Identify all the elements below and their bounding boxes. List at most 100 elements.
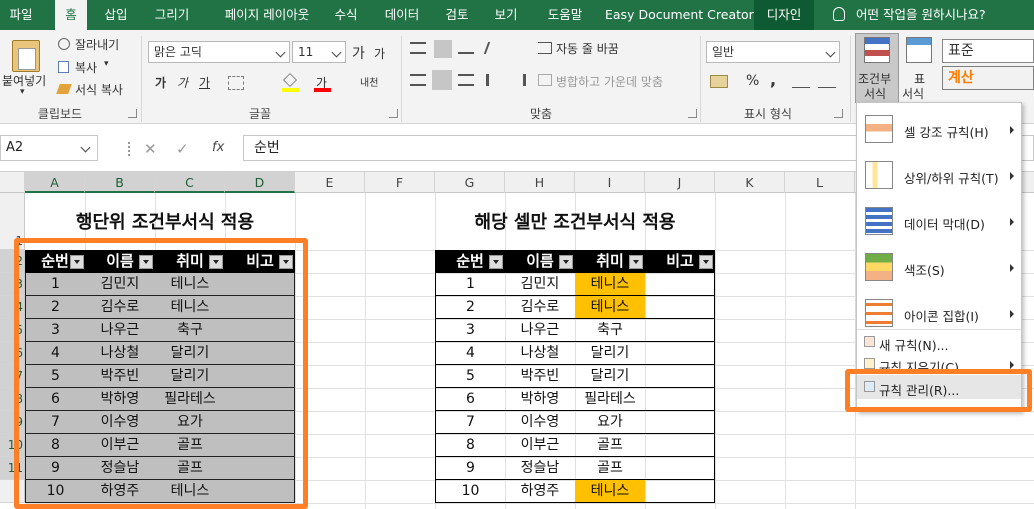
underline-button[interactable]: 가	[199, 74, 210, 91]
tab-design[interactable]: 디자인	[754, 0, 814, 30]
tab-draw[interactable]: 그리기	[148, 0, 196, 30]
table-cell[interactable]: 김민지	[505, 273, 575, 296]
table-cell[interactable]: 테니스	[575, 480, 645, 503]
align-left-icon[interactable]	[410, 74, 426, 86]
insert-function-button[interactable]: fx	[212, 140, 224, 155]
table-cell[interactable]: 7	[435, 411, 505, 434]
cell-style-normal[interactable]: 표준	[942, 39, 1034, 63]
column-header[interactable]: J	[645, 172, 715, 193]
wrap-text-button[interactable]: 자동 줄 바꿈	[556, 40, 619, 57]
accounting-format-icon[interactable]	[710, 75, 728, 88]
menu-item-top-bottom[interactable]: 상위/하위 규칙(T)	[857, 153, 1021, 199]
font-size-select[interactable]: 11	[292, 41, 346, 63]
align-middle-icon[interactable]	[434, 40, 452, 58]
phonetic-button[interactable]: 내천	[360, 74, 378, 89]
tab-data[interactable]: 데이터	[378, 0, 426, 30]
format-painter-button[interactable]: 서식 복사	[75, 81, 123, 98]
table-cell[interactable]	[645, 434, 715, 457]
table-cell[interactable]: 4	[435, 342, 505, 365]
table-cell[interactable]: 5	[435, 365, 505, 388]
paste-dropdown-icon[interactable]: ▾	[20, 87, 25, 97]
shrink-font-button[interactable]: 가	[374, 45, 385, 62]
font-launcher-icon[interactable]	[389, 109, 398, 118]
table-cell[interactable]: 1	[435, 273, 505, 296]
table-cell[interactable]: 골프	[575, 434, 645, 457]
filter-dropdown-icon[interactable]	[629, 255, 643, 269]
tab-file[interactable]: 파일	[0, 0, 42, 30]
table-cell[interactable]: 테니스	[575, 273, 645, 296]
table-cell[interactable]: 나우근	[505, 319, 575, 342]
tell-me-box[interactable]: 어떤 작업을 원하시나요?	[856, 0, 1006, 30]
column-header[interactable]: K	[715, 172, 785, 193]
tab-page-layout[interactable]: 페이지 레이아웃	[212, 0, 322, 30]
column-header[interactable]: G	[435, 172, 505, 193]
bold-button[interactable]: 가	[155, 74, 166, 91]
table-cell[interactable]	[645, 342, 715, 365]
tab-help[interactable]: 도움말	[541, 0, 589, 30]
percent-button[interactable]: %	[746, 73, 759, 89]
table-cell[interactable]: 골프	[575, 457, 645, 480]
table-cell[interactable]: 박주빈	[505, 365, 575, 388]
clipboard-launcher-icon[interactable]	[128, 109, 137, 118]
fill-color-icon[interactable]	[283, 73, 297, 87]
indent-icon[interactable]	[486, 74, 502, 86]
format-as-table-label-2[interactable]: 서식	[902, 85, 924, 102]
column-header[interactable]: B	[85, 172, 155, 193]
menu-item-highlight-cells[interactable]: 셀 강조 규칙(H)	[857, 107, 1021, 153]
column-header[interactable]: F	[365, 172, 435, 193]
table-cell[interactable]: 김수로	[505, 296, 575, 319]
column-header[interactable]: A	[25, 172, 85, 193]
table-cell[interactable]	[645, 296, 715, 319]
column-header[interactable]: D	[225, 172, 295, 193]
column-header[interactable]: C	[155, 172, 225, 193]
filter-dropdown-icon[interactable]	[699, 255, 713, 269]
table-cell[interactable]: 정슬남	[505, 457, 575, 480]
table-cell[interactable]: 6	[435, 388, 505, 411]
copy-dropdown-icon[interactable]: ▾	[104, 59, 109, 69]
table-cell[interactable]: 테니스	[575, 296, 645, 319]
tab-view[interactable]: 보기	[490, 0, 522, 30]
table-cell[interactable]	[645, 457, 715, 480]
tab-formulas[interactable]: 수식	[330, 0, 362, 30]
tab-insert[interactable]: 삽입	[100, 0, 132, 30]
table-cell[interactable]: 하영주	[505, 480, 575, 503]
filter-dropdown-icon[interactable]	[559, 255, 573, 269]
column-header[interactable]: I	[575, 172, 645, 193]
table-cell[interactable]: 축구	[575, 319, 645, 342]
table-cell[interactable]: 9	[435, 457, 505, 480]
tab-home[interactable]: 홈	[55, 0, 87, 30]
table-cell[interactable]: 2	[435, 296, 505, 319]
cancel-icon[interactable]: ✕	[144, 142, 158, 157]
column-header[interactable]: L	[785, 172, 855, 193]
tab-easy-document-creator[interactable]: Easy Document Creator	[605, 0, 754, 30]
italic-button[interactable]: 가	[177, 74, 188, 91]
number-launcher-icon[interactable]	[834, 109, 843, 118]
name-box[interactable]: A2	[0, 135, 98, 161]
alignment-launcher-icon[interactable]	[688, 109, 697, 118]
table-cell[interactable]: 달리기	[575, 365, 645, 388]
filter-dropdown-icon[interactable]	[489, 255, 503, 269]
table-cell[interactable]	[645, 480, 715, 503]
copy-button[interactable]: 복사	[75, 59, 97, 76]
table-cell[interactable]: 8	[435, 434, 505, 457]
orientation-icon[interactable]	[483, 42, 505, 54]
menu-item-data-bars[interactable]: 데이터 막대(D)	[857, 199, 1021, 245]
table-cell[interactable]: 3	[435, 319, 505, 342]
select-all-corner[interactable]	[0, 172, 25, 193]
align-center-icon[interactable]	[432, 70, 452, 90]
table-cell[interactable]	[645, 319, 715, 342]
menu-item-new-rule[interactable]: 새 규칙(N)...	[857, 331, 1021, 353]
table-cell[interactable]	[645, 273, 715, 296]
merge-center-button[interactable]: 병합하고 가운데 맞춤	[556, 73, 663, 90]
enter-icon[interactable]: ✓	[176, 142, 190, 157]
format-as-table-icon[interactable]	[906, 37, 932, 63]
table-cell[interactable]: 필라테스	[575, 388, 645, 411]
table-cell[interactable]: 달리기	[575, 342, 645, 365]
cell-style-calculation[interactable]: 계산	[942, 66, 1034, 90]
number-format-select[interactable]: 일반	[706, 41, 840, 63]
table-cell[interactable]	[645, 365, 715, 388]
column-header[interactable]: E	[295, 172, 365, 193]
menu-item-color-scales[interactable]: 색조(S)	[857, 245, 1021, 291]
column-header[interactable]: H	[505, 172, 575, 193]
cut-button[interactable]: 잘라내기	[75, 36, 119, 53]
